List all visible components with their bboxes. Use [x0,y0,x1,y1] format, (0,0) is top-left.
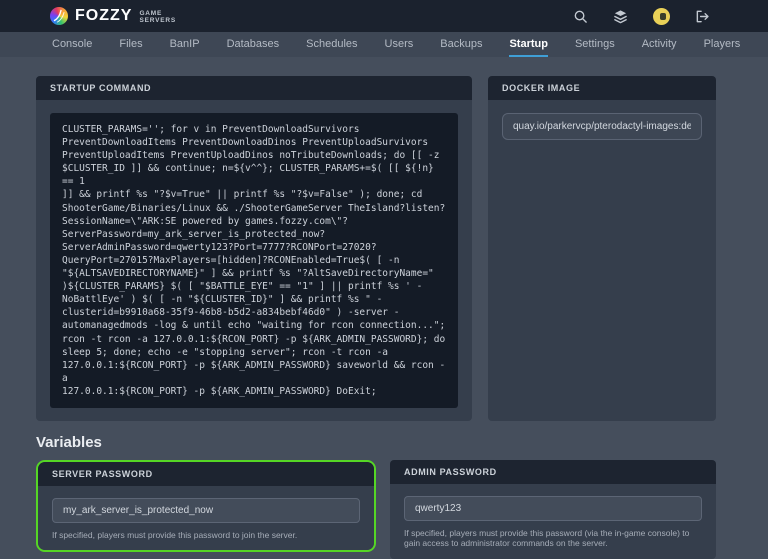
tab-files[interactable]: Files [119,32,142,57]
server-password-title: SERVER PASSWORD [38,461,374,486]
admin-password-description: If specified, players must provide this … [404,527,690,549]
tab-users[interactable]: Users [385,32,414,57]
logout-icon[interactable] [695,9,710,24]
admin-password-body: If specified, players must provide this … [390,483,716,559]
brand-logo[interactable]: FOZZY GAME SERVERS [50,7,176,25]
top-bar: FOZZY GAME SERVERS [0,0,768,32]
variables-heading: Variables [36,433,102,451]
admin-password-panel: ADMIN PASSWORD If specified, players mus… [390,459,716,559]
stack-icon[interactable] [613,9,628,24]
fozzy-logo-icon [50,7,68,25]
server-password-description: If specified, players must provide this … [52,529,298,540]
brand-tagline-line2: SERVERS [139,17,176,24]
topbar-actions [573,7,710,25]
server-password-body: If specified, players must provide this … [38,485,374,551]
brand-tagline: GAME SERVERS [139,10,176,25]
tab-schedules[interactable]: Schedules [306,32,357,57]
brand-tagline-line1: GAME [139,9,163,17]
startup-command-field[interactable]: CLUSTER_PARAMS=''; for v in PreventDownl… [50,113,458,408]
startup-command-panel: STARTUP COMMAND CLUSTER_PARAMS=''; for v… [36,76,472,421]
admin-password-input[interactable] [404,495,702,521]
tab-startup[interactable]: Startup [509,32,548,57]
docker-image-panel: DOCKER IMAGE [488,76,716,421]
server-password-highlight-border: SERVER PASSWORD If specified, players mu… [36,459,376,553]
variables-row: SERVER PASSWORD If specified, players mu… [36,459,716,559]
tab-banip[interactable]: BanIP [170,32,200,57]
startup-command-body: CLUSTER_PARAMS=''; for v in PreventDownl… [36,100,472,421]
server-password-input[interactable] [52,497,360,523]
tab-players[interactable]: Players [704,32,741,57]
server-password-panel: SERVER PASSWORD If specified, players mu… [38,461,374,551]
server-nav: Console Files BanIP Databases Schedules … [0,32,768,57]
startup-page: STARTUP COMMAND CLUSTER_PARAMS=''; for v… [0,57,768,559]
startup-command-title: STARTUP COMMAND [36,76,472,100]
docker-image-title: DOCKER IMAGE [488,76,716,100]
top-panels-row: STARTUP COMMAND CLUSTER_PARAMS=''; for v… [36,76,716,421]
tab-settings[interactable]: Settings [575,32,615,57]
tab-backups[interactable]: Backups [440,32,482,57]
docker-image-body [488,100,716,421]
docker-image-input[interactable] [502,113,702,140]
tab-databases[interactable]: Databases [227,32,280,57]
admin-password-title: ADMIN PASSWORD [390,459,716,484]
search-icon[interactable] [573,9,588,24]
user-avatar[interactable] [653,7,670,25]
tab-activity[interactable]: Activity [642,32,677,57]
brand-name: FOZZY [75,7,133,24]
tab-console[interactable]: Console [52,32,92,57]
